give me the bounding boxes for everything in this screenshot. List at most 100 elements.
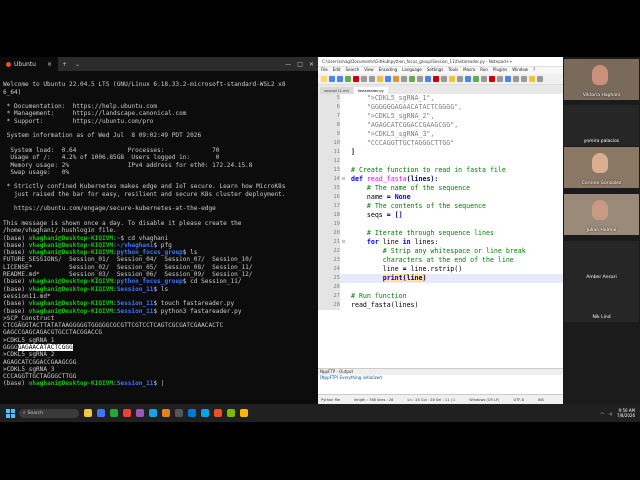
menu-item-settings[interactable]: Settings [427,67,443,74]
toolbar-button-icon[interactable] [489,76,495,82]
taskbar-app-icon[interactable] [123,409,131,417]
code-line[interactable]: 11] [318,148,563,157]
code-line[interactable]: 15 # The name of the sequence [318,184,563,193]
code-line[interactable]: 27 # Run function [318,292,563,301]
toolbar-button-icon[interactable] [481,76,487,82]
taskbar-app-icon[interactable] [227,409,235,417]
code-line[interactable]: 18 seqs = [] [318,211,563,220]
menu-item-edit[interactable]: Edit [333,67,341,74]
clock[interactable]: 9:50 AM 7/8/2026 [617,408,635,418]
participant-tile[interactable]: Julian Halmai [564,194,639,235]
participant-tile[interactable]: Corinne Gonzalez [564,147,639,188]
code-line[interactable]: 7 ">CDKL5_sgRNA_2", [318,112,563,121]
toolbar-button-icon[interactable] [513,76,519,82]
close-tab-icon[interactable]: × [47,61,52,68]
menu-item-tools[interactable]: Tools [448,67,458,74]
code-line[interactable]: 23 characters at the end of the line [318,256,563,265]
toolbar-button-icon[interactable] [473,76,479,82]
code-line[interactable]: 20 # Iterate through sequence lines [318,229,563,238]
code-line[interactable]: 19 [318,220,563,229]
toolbar-button-icon[interactable] [401,76,407,82]
menu-item-search[interactable]: Search [345,67,359,74]
code-line[interactable]: 14 ⊟ def read_fasta(lines): [318,175,563,184]
toolbar-button-icon[interactable] [345,76,351,82]
fold-marker-icon[interactable]: ⊟ [342,238,350,247]
windows-start-icon[interactable] [6,408,15,418]
toolbar-button-icon[interactable] [361,76,367,82]
taskbar-app-icon[interactable] [240,409,248,417]
toolbar-button-icon[interactable] [353,76,359,82]
code-line[interactable]: 13 # Create function to read in fasta fil… [318,166,563,175]
taskbar-app-icon[interactable] [201,409,209,417]
notepadpp-window[interactable]: C:\Users\vhag\Documents\GitHub\python_fo… [318,57,563,404]
toolbar-button-icon[interactable] [433,76,439,82]
taskbar-app-icon[interactable] [149,409,157,417]
toolbar-button-icon[interactable] [409,76,415,82]
code-line[interactable]: 6 "GGGGGGAGAACATACTCGGGG", [318,103,563,112]
wifi-icon[interactable]: ◠ [600,411,604,416]
taskbar-search[interactable]: ⌕ Search [19,408,79,418]
menu-item-run[interactable]: Run [480,67,488,74]
menu-item-view[interactable]: View [364,67,374,74]
toolbar-button-icon[interactable] [329,76,335,82]
menu-item-macro[interactable]: Macro [463,67,475,74]
participant-tile[interactable]: Amber Ansari [564,241,639,282]
taskbar-app-icon[interactable] [188,409,196,417]
toolbar-button-icon[interactable] [521,76,527,82]
volume-icon[interactable]: ◁ [609,411,612,416]
toolbar-button-icon[interactable] [385,76,391,82]
code-editor[interactable]: 5 ">CDKL5_sgRNA_1", 6 "GGGGGGAGAACATACTCG… [318,94,563,349]
toolbar-button-icon[interactable] [505,76,511,82]
terminal-window[interactable]: Ubuntu × + ⌄ — □ ✕ Welcome to Ubuntu 22.… [0,57,318,404]
toolbar-button-icon[interactable] [369,76,375,82]
fold-marker-icon[interactable]: ⊟ [342,175,350,184]
maximize-button[interactable]: □ [297,61,303,68]
code-line[interactable]: 16 name = None [318,193,563,202]
taskbar-app-icon[interactable] [110,409,118,417]
tab-ubuntu[interactable]: Ubuntu × [0,57,58,71]
participant-tile[interactable]: Viktoria Haghani [564,59,639,100]
toolbar-button-icon[interactable] [441,76,447,82]
toolbar-button-icon[interactable] [449,76,455,82]
menu-item-plugins[interactable]: Plugins [493,67,507,74]
code-line[interactable]: 21 ⊟ for line in lines: [318,238,563,247]
menu-item-file[interactable]: File [321,67,328,74]
toolbar-button-icon[interactable] [377,76,383,82]
code-line[interactable]: 12 [318,157,563,166]
toolbar-button-icon[interactable] [337,76,343,82]
code-line[interactable]: 26 [318,283,563,292]
toolbar-button-icon[interactable] [321,76,327,82]
tab-dropdown-button[interactable]: ⌄ [71,61,84,68]
tab-file[interactable]: fastareader.py [353,87,388,94]
toolbar-button-icon[interactable] [529,76,535,82]
code-line[interactable]: 5 ">CDKL5_sgRNA_1", [318,94,563,103]
menu-item-encoding[interactable]: Encoding [379,67,397,74]
code-line[interactable]: 28 read_fasta(lines) [318,301,563,310]
toolbar-button-icon[interactable] [465,76,471,82]
toolbar-button-icon[interactable] [425,76,431,82]
toolbar-button-icon[interactable] [457,76,463,82]
taskbar-app-icon[interactable] [162,409,170,417]
code-line[interactable]: 17 # The contents of the sequence [318,202,563,211]
code-line[interactable]: 25 print(line) [318,274,563,283]
taskbar-app-icon[interactable] [214,409,222,417]
close-button[interactable]: ✕ [309,61,314,68]
taskbar-app-icon[interactable] [175,409,183,417]
menu-item-language[interactable]: Language [402,67,422,74]
code-line[interactable]: 9 ">CDKL5_sgRNA_3", [318,130,563,139]
taskbar-app-icon[interactable] [97,409,105,417]
terminal-output[interactable]: Welcome to Ubuntu 22.04.5 LTS (GNU/Linux… [0,71,318,405]
toolbar-button-icon[interactable] [497,76,503,82]
code-line[interactable]: 22 # Strip any whitespace or line break [318,247,563,256]
participant-tile[interactable]: Nik Lind [564,281,639,322]
toolbar-button-icon[interactable] [417,76,423,82]
code-line[interactable]: 24 line = line.rstrip() [318,265,563,274]
taskbar-app-icon[interactable] [84,409,92,417]
code-line[interactable]: 8 "AGAGCATCGGACCGAAGCGG", [318,121,563,130]
menu-item-help[interactable]: ? [533,67,535,74]
toolbar-button-icon[interactable] [537,76,543,82]
code-line[interactable]: 10 "CCCAGGTTGCTAGGGCTTGG" [318,139,563,148]
new-tab-button[interactable]: + [58,61,71,68]
menu-item-window[interactable]: Window [512,67,528,74]
tab-file[interactable]: session11.md [320,87,353,94]
